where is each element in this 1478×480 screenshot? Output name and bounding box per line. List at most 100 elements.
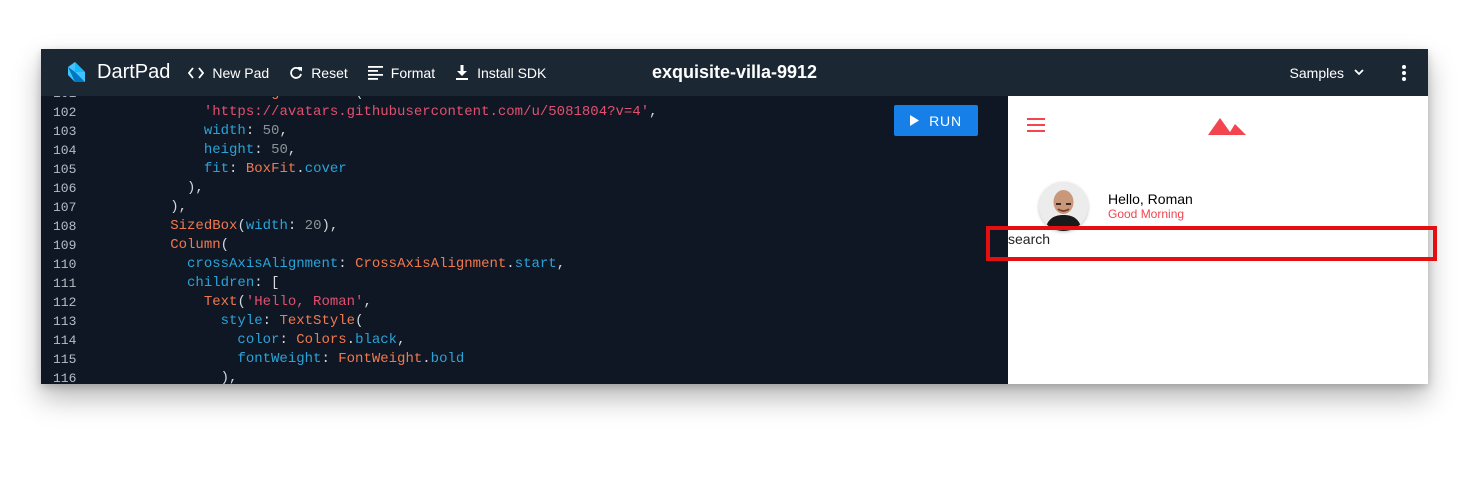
reset-button[interactable]: Reset: [289, 49, 348, 96]
new-pad-button[interactable]: New Pad: [188, 49, 269, 96]
brand[interactable]: DartPad: [63, 49, 170, 96]
code-token: Column: [170, 237, 221, 253]
line-number: 112: [53, 295, 77, 310]
code-icon: [188, 66, 205, 79]
code-token: 50: [262, 123, 280, 139]
code-token: 'Hello, Roman': [245, 294, 364, 310]
code-line: 116 ),: [41, 369, 1008, 384]
format-button[interactable]: Format: [367, 49, 435, 96]
code-token: :: [229, 96, 246, 101]
code-token: child: [187, 96, 229, 101]
pad-title[interactable]: exquisite-villa-9912: [652, 62, 817, 82]
code-token: black: [355, 332, 398, 348]
code-token: :: [254, 142, 272, 158]
code-token: height: [203, 142, 255, 158]
code-line: 109 Column(: [41, 236, 1008, 255]
code-token: 50: [271, 142, 288, 158]
play-icon: [910, 115, 920, 126]
line-number: 103: [53, 124, 77, 139]
code-token: (: [355, 96, 363, 101]
code-text: Text('Hello, Roman',: [103, 293, 372, 312]
code-token: ,: [279, 123, 288, 139]
code-token: start: [514, 256, 557, 272]
more-vert-icon[interactable]: [1394, 61, 1414, 85]
code-token: ),: [170, 199, 188, 215]
code-token: (: [237, 218, 246, 234]
code-token: (: [220, 237, 230, 253]
run-label: RUN: [929, 112, 962, 129]
code-editor[interactable]: 101 child: Image.network(102 'https://av…: [41, 96, 1008, 384]
code-token: Image: [246, 96, 288, 101]
code-text: color: Colors.black,: [103, 331, 406, 350]
code-token: color: [237, 332, 280, 348]
code-token: Colors: [296, 332, 347, 348]
avatar: [1039, 182, 1088, 231]
line-number: 115: [53, 352, 77, 367]
code-text: ),: [103, 198, 187, 217]
code-line: 111 children: [: [41, 274, 1008, 293]
new-pad-label: New Pad: [212, 64, 270, 81]
code-token: style: [220, 313, 263, 329]
code-token: fit: [203, 161, 230, 177]
code-token: :: [279, 332, 297, 348]
code-text: crossAxisAlignment: CrossAxisAlignment.s…: [103, 255, 565, 274]
mountain-logo-icon: [1208, 118, 1246, 135]
avatar-person-icon: [1039, 182, 1088, 231]
code-line: 108 SizedBox(width: 20),: [41, 217, 1008, 236]
code-line: 112 Text('Hello, Roman',: [41, 293, 1008, 312]
toolbar: DartPad New Pad Reset Format Install SDK…: [41, 49, 1428, 96]
samples-dropdown[interactable]: Samples: [1290, 49, 1364, 96]
code-token: (: [355, 313, 364, 329]
line-number: 108: [53, 219, 77, 234]
reset-label: Reset: [311, 64, 348, 81]
line-number: 107: [53, 200, 77, 215]
code-text: ),: [103, 179, 204, 198]
chevron-down-icon: [1354, 69, 1364, 76]
code-token: fontWeight: [237, 351, 322, 367]
install-sdk-button[interactable]: Install SDK: [455, 49, 546, 96]
code-token: 20: [304, 218, 322, 234]
code-token: :: [245, 123, 263, 139]
code-text: 'https://avatars.githubusercontent.com/u…: [103, 103, 658, 122]
search-highlight-box: [986, 226, 1437, 261]
code-token: .: [296, 161, 305, 177]
code-token: children: [187, 275, 255, 291]
refresh-icon: [290, 66, 303, 79]
code-token: ,: [649, 104, 658, 120]
line-number: 116: [53, 371, 77, 384]
format-align-icon: [367, 65, 383, 80]
code-token: :: [321, 351, 339, 367]
menu-icon[interactable]: [1027, 118, 1045, 132]
code-line: 105 fit: BoxFit.cover: [41, 160, 1008, 179]
code-token: crossAxisAlignment: [187, 256, 339, 272]
code-token: 'https://avatars.githubusercontent.com/u…: [203, 104, 650, 120]
code-line: 102 'https://avatars.githubusercontent.c…: [41, 103, 1008, 122]
greeting-text: Hello, Roman: [1108, 191, 1193, 207]
code-line: 114 color: Colors.black,: [41, 331, 1008, 350]
code-token: :: [262, 313, 280, 329]
code-token: .: [346, 332, 356, 348]
code-token: .: [422, 351, 431, 367]
code-text: fontWeight: FontWeight.bold: [103, 350, 464, 369]
install-sdk-label: Install SDK: [477, 64, 547, 81]
code-token: ,: [363, 294, 372, 310]
code-text: Column(: [103, 236, 229, 255]
code-text: height: 50,: [103, 141, 296, 160]
run-button[interactable]: RUN: [894, 105, 978, 136]
code-token: ,: [397, 332, 406, 348]
line-number: 114: [53, 333, 77, 348]
code-token: .: [288, 96, 296, 101]
code-token: TextStyle: [279, 313, 356, 329]
code-line: 103 width: 50,: [41, 122, 1008, 141]
